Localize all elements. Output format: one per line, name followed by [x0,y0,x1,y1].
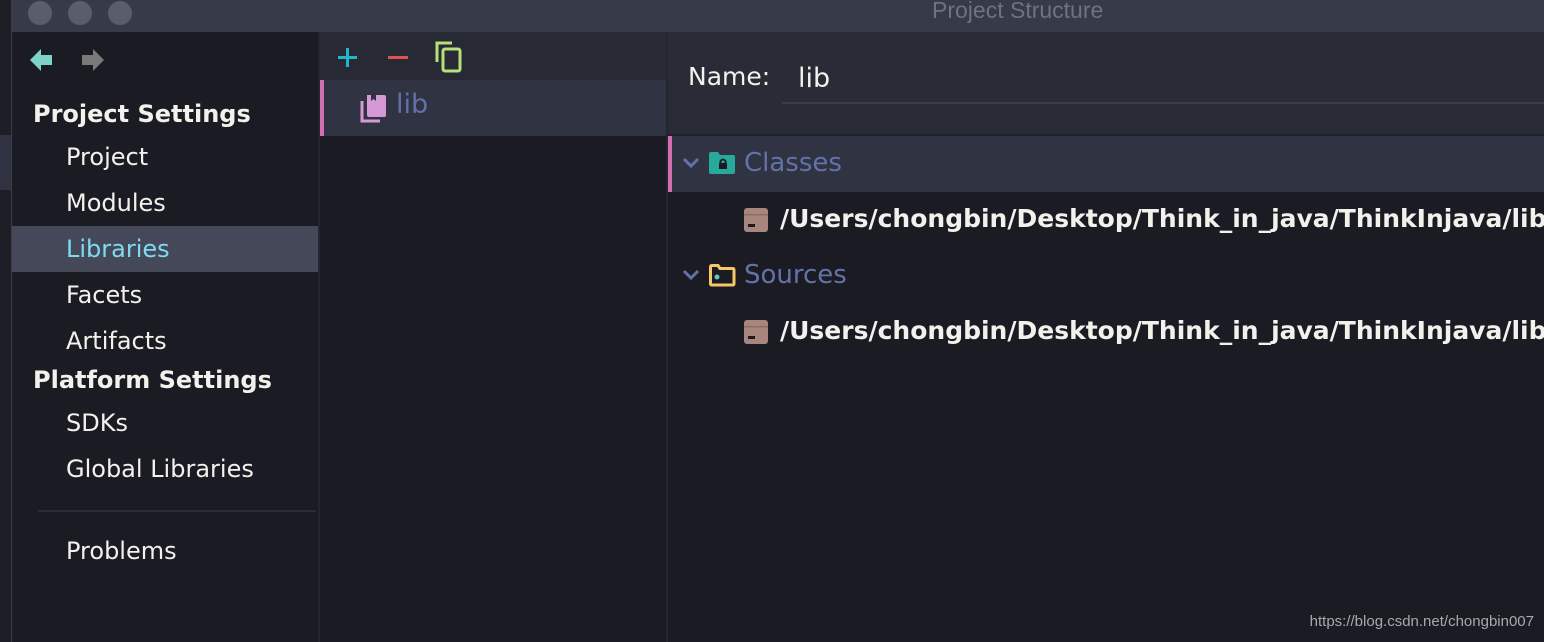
platform-settings-header: Platform Settings [33,366,272,394]
sources-path: /Users/chongbin/Desktop/Think_in_java/Th… [780,316,1544,345]
copy-library-button[interactable] [434,40,466,74]
zoom-window-button[interactable] [108,1,132,25]
close-window-button[interactable] [28,1,52,25]
chevron-down-icon[interactable] [682,156,700,170]
selection-indicator [668,136,672,192]
library-icon [360,95,386,123]
sidebar-item-artifacts[interactable]: Artifacts [12,318,318,364]
sources-path-item[interactable]: /Users/chongbin/Desktop/Think_in_java/Th… [668,304,1544,360]
classes-path-item[interactable]: /Users/chongbin/Desktop/Think_in_java/Th… [668,192,1544,248]
arrow-right-icon [82,49,104,71]
add-library-button[interactable] [332,40,364,74]
jar-icon [744,208,768,232]
remove-library-button[interactable] [382,40,414,74]
library-name-input[interactable] [782,54,1544,104]
watermark: https://blog.csdn.net/chongbin007 [1309,613,1534,630]
name-field-area: Name: [668,32,1544,134]
library-toolbar [320,32,666,80]
window-title: Project Structure [932,0,1104,23]
plus-icon [338,48,357,67]
sidebar-item-libraries[interactable]: Libraries [12,226,318,272]
background-window-strip [0,0,12,642]
sidebar-item-project[interactable]: Project [12,134,318,180]
classes-folder-icon [709,152,735,174]
copy-icon [435,41,462,73]
title-bar: Project Structure [12,0,1544,32]
minimize-window-button[interactable] [68,1,92,25]
name-label: Name: [688,62,771,91]
jar-icon [744,320,768,344]
selection-indicator [320,80,324,136]
sidebar-item-facets[interactable]: Facets [12,272,318,318]
classes-path: /Users/chongbin/Desktop/Think_in_java/Th… [780,204,1544,233]
sidebar-item-sdks[interactable]: SDKs [12,400,318,446]
tree-node-sources[interactable]: Sources [668,248,1544,304]
background-selection [0,135,11,190]
sidebar-divider [38,510,316,512]
library-list-panel: lib [320,32,666,642]
library-list-item[interactable]: lib [320,80,666,136]
sidebar-item-problems[interactable]: Problems [12,528,318,574]
sidebar-item-modules[interactable]: Modules [12,180,318,226]
sources-folder-icon [709,264,736,287]
tree-node-label: Sources [744,260,847,290]
library-details-panel: Name: Classes /Users/chongbin/Desktop/Th… [668,32,1544,642]
tree-node-classes[interactable]: Classes [668,136,1544,192]
sidebar-item-global-libraries[interactable]: Global Libraries [12,446,318,492]
arrow-left-icon [30,49,52,71]
forward-button[interactable] [82,49,106,71]
chevron-down-icon[interactable] [682,268,700,282]
library-name: lib [396,89,429,120]
minus-icon [388,56,408,59]
tree-node-label: Classes [744,148,842,178]
back-button[interactable] [30,49,54,71]
project-settings-header: Project Settings [33,100,251,128]
settings-sidebar: Project Settings Project Modules Librari… [12,32,318,642]
